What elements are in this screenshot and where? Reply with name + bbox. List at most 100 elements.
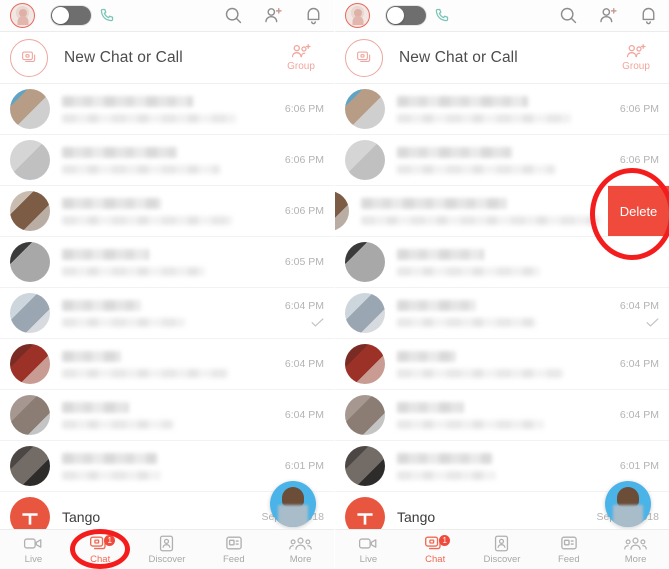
table-row-swiped[interactable]: Delete	[335, 186, 669, 237]
profile-avatar[interactable]	[345, 3, 370, 28]
row-meta: 6:04 PM	[266, 300, 324, 327]
table-row[interactable]: 6:05 PM	[0, 237, 334, 288]
table-row[interactable]: 6:04 PM	[335, 390, 669, 441]
chat-list-right[interactable]: 6:06 PM 6:06 PM Delete 6:04 PM 6:04 PM 6…	[335, 84, 669, 543]
last-message-redacted	[62, 368, 229, 378]
timestamp: 6:06 PM	[619, 103, 659, 115]
toggle-knob	[387, 7, 404, 24]
nav-item-discover[interactable]: Discover	[134, 534, 201, 565]
status-toggle[interactable]	[386, 6, 426, 25]
group-button[interactable]: Group	[278, 43, 324, 72]
nav-label: Feed	[222, 554, 245, 565]
floating-profile-bubble[interactable]	[270, 481, 316, 527]
nav-label: Chat	[425, 554, 446, 565]
avatar[interactable]	[10, 344, 50, 384]
timestamp: 6:04 PM	[619, 409, 659, 421]
table-row[interactable]: 6:04 PM	[0, 390, 334, 441]
new-chat-or-call-row[interactable]: New Chat or Call Group	[0, 32, 334, 84]
nav-item-more[interactable]: More	[602, 534, 669, 565]
chat-preview	[62, 299, 266, 327]
table-row[interactable]: 6:06 PM	[0, 84, 334, 135]
delete-button[interactable]: Delete	[608, 186, 669, 236]
nav-label: Live	[359, 554, 378, 565]
bottom-nav-left[interactable]: Live 1 Chat Discover Feed More	[0, 529, 334, 569]
avatar[interactable]	[335, 191, 349, 231]
avatar[interactable]	[345, 242, 385, 282]
search-icon[interactable]	[223, 5, 244, 26]
chat-badge: 1	[104, 535, 116, 546]
timestamp: 6:04 PM	[284, 299, 324, 312]
floating-profile-bubble[interactable]	[605, 481, 651, 527]
nav-item-feed[interactable]: Feed	[535, 534, 602, 565]
avatar[interactable]	[10, 293, 50, 333]
avatar[interactable]	[345, 89, 385, 129]
last-message-redacted	[397, 317, 536, 327]
chat-preview	[62, 350, 266, 378]
table-row[interactable]: 6:04 PM	[335, 288, 669, 339]
nav-item-chat[interactable]: 1 Chat	[402, 534, 469, 565]
status-toggle[interactable]	[51, 6, 91, 25]
timestamp: 6:01 PM	[284, 460, 324, 472]
avatar[interactable]	[10, 395, 50, 435]
bell-icon[interactable]	[303, 5, 324, 26]
nav-item-chat[interactable]: 1 Chat	[67, 534, 134, 565]
nav-item-feed[interactable]: Feed	[200, 534, 267, 565]
contact-name-redacted	[397, 350, 457, 362]
table-row[interactable]: 6:06 PM	[0, 186, 334, 237]
contact-name-redacted	[62, 248, 150, 260]
phone-screen-left: New Chat or Call Group 6:06 PM 6:06 PM 6…	[0, 0, 334, 569]
row-meta: 6:06 PM	[266, 103, 324, 115]
add-contact-icon[interactable]	[598, 5, 619, 26]
avatar[interactable]	[10, 89, 50, 129]
nav-item-discover[interactable]: Discover	[469, 534, 536, 565]
avatar[interactable]	[345, 395, 385, 435]
profile-avatar[interactable]	[10, 3, 35, 28]
timestamp: 6:06 PM	[619, 154, 659, 166]
avatar[interactable]	[10, 446, 50, 486]
bell-icon[interactable]	[638, 5, 659, 26]
table-row[interactable]: 6:06 PM	[335, 135, 669, 186]
discover-icon	[158, 534, 175, 552]
avatar[interactable]	[10, 242, 50, 282]
avatar[interactable]	[10, 191, 50, 231]
search-icon[interactable]	[558, 5, 579, 26]
new-chat-icon[interactable]	[345, 38, 383, 77]
chat-preview	[62, 197, 266, 225]
table-row[interactable]: 6:06 PM	[335, 84, 669, 135]
contact-name-redacted	[62, 299, 142, 311]
add-group-icon	[291, 44, 311, 58]
chat-preview	[397, 350, 601, 378]
table-row[interactable]: 6:06 PM	[0, 135, 334, 186]
table-row[interactable]	[335, 237, 669, 288]
chat-preview	[62, 401, 266, 429]
nav-item-live[interactable]: Live	[335, 534, 402, 565]
new-chat-or-call-row[interactable]: New Chat or Call Group	[335, 32, 669, 84]
table-row[interactable]: 6:04 PM	[0, 288, 334, 339]
avatar[interactable]	[345, 293, 385, 333]
last-message-redacted	[62, 113, 237, 123]
table-row[interactable]: 6:04 PM	[0, 339, 334, 390]
avatar[interactable]	[10, 140, 50, 180]
chat-preview	[397, 248, 601, 276]
new-chat-label: New Chat or Call	[399, 48, 518, 66]
row-meta: 6:04 PM	[266, 409, 324, 421]
chat-preview	[397, 146, 601, 174]
phone-icon[interactable]	[98, 7, 115, 24]
avatar[interactable]	[345, 344, 385, 384]
chat-list-left[interactable]: 6:06 PM 6:06 PM 6:06 PM 6:05 PM 6:04 PM …	[0, 84, 334, 543]
nav-item-live[interactable]: Live	[0, 534, 67, 565]
avatar[interactable]	[345, 446, 385, 486]
bottom-nav-right[interactable]: Live 1 Chat Discover Feed More	[335, 529, 669, 569]
group-button[interactable]: Group	[613, 43, 659, 72]
timestamp: 6:04 PM	[284, 409, 324, 421]
table-row[interactable]: 6:04 PM	[335, 339, 669, 390]
last-message-redacted	[62, 470, 161, 480]
nav-item-more[interactable]: More	[267, 534, 334, 565]
more-people-icon	[624, 534, 647, 552]
add-contact-icon[interactable]	[263, 5, 284, 26]
phone-icon[interactable]	[433, 7, 450, 24]
last-message-redacted	[62, 215, 233, 225]
avatar[interactable]	[345, 140, 385, 180]
contact-name-redacted	[397, 401, 465, 413]
new-chat-icon[interactable]	[10, 38, 48, 77]
